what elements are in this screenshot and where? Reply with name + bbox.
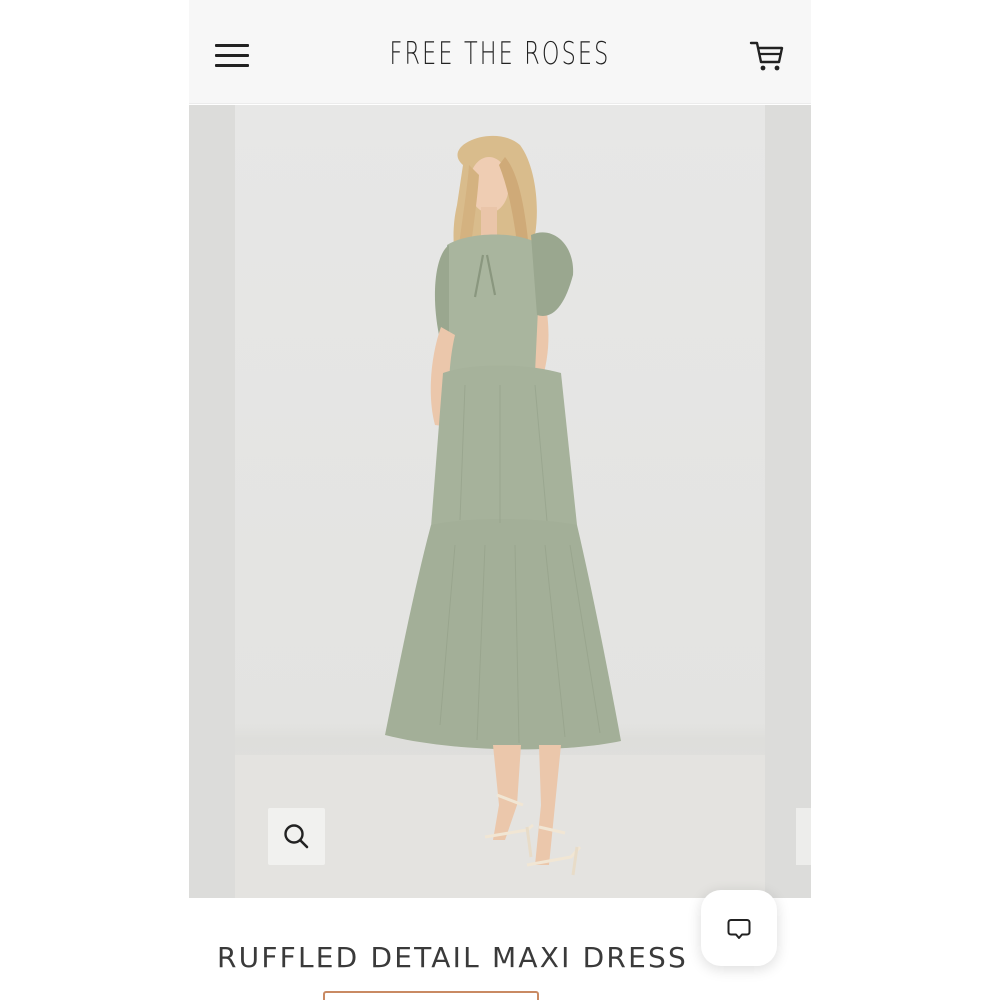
product-title: RUFFLED DETAIL MAXI DRESS (217, 941, 688, 974)
product-image-gallery[interactable] (189, 105, 811, 898)
magnifier-icon (284, 824, 309, 849)
model-in-dress-illustration (235, 135, 765, 898)
site-header: FREE THE ROSES (189, 0, 811, 104)
product-page: FREE THE ROSES RUFFLED DETAIL MAXI DRESS (189, 0, 811, 1000)
brand-logo[interactable]: FREE THE ROSES (276, 36, 724, 72)
next-slide-peek[interactable] (765, 105, 811, 898)
chat-bubble-icon (727, 919, 751, 939)
shopping-cart-icon[interactable] (749, 38, 785, 74)
next-zoom-button-peek[interactable] (796, 808, 811, 865)
hamburger-menu-icon[interactable] (215, 44, 249, 68)
zoom-button[interactable] (268, 808, 325, 865)
product-image[interactable] (235, 105, 765, 898)
variant-option-button[interactable] (323, 991, 539, 1000)
chat-button[interactable] (701, 890, 777, 966)
previous-slide-peek[interactable] (189, 105, 235, 898)
